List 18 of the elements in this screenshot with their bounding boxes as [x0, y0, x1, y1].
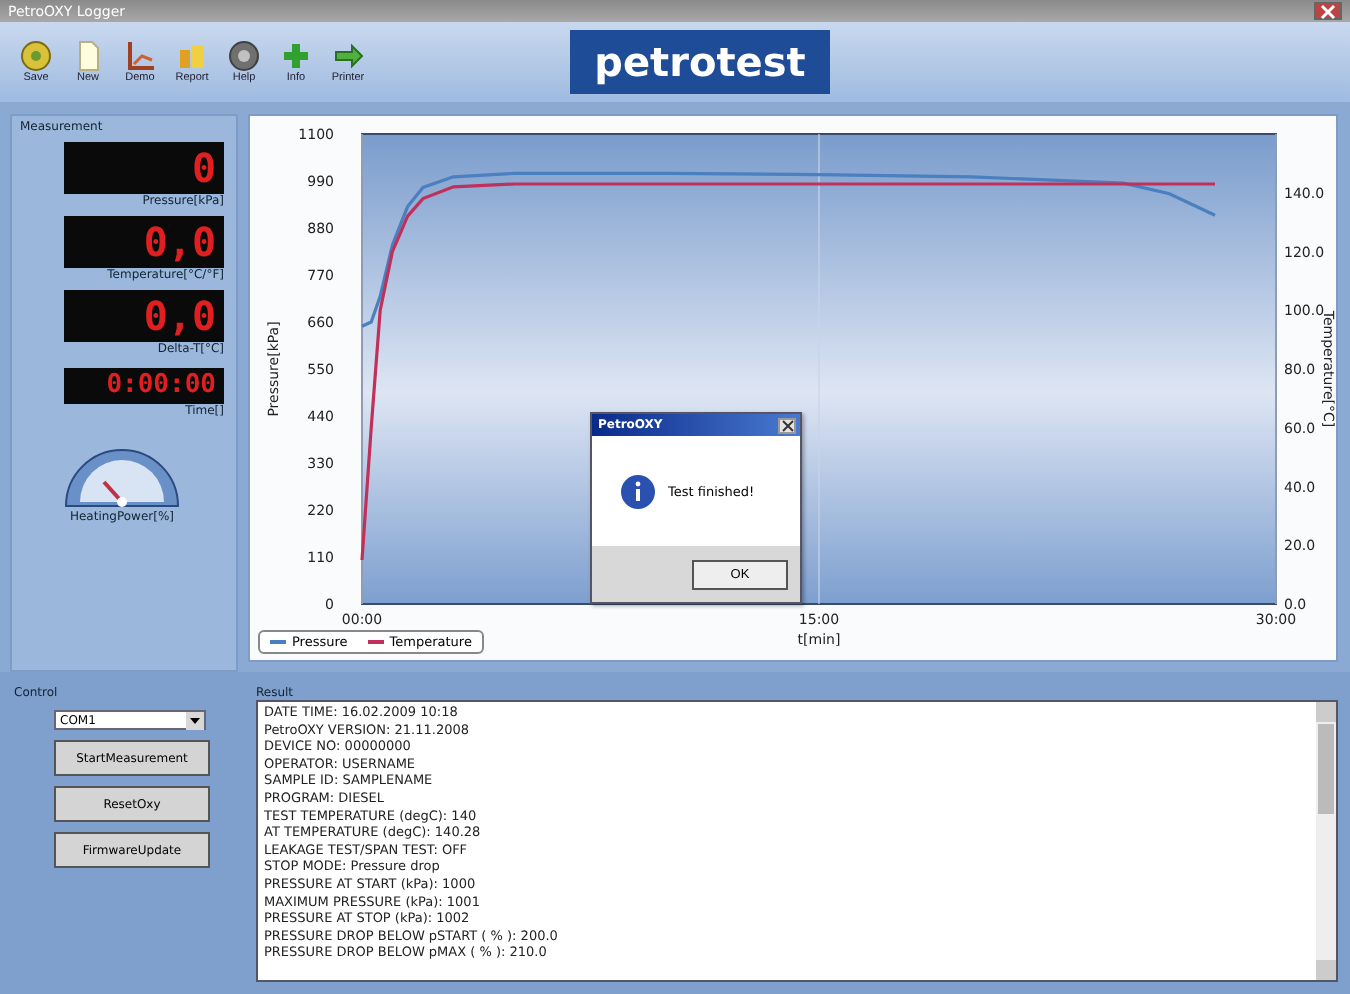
close-icon [1320, 3, 1336, 19]
close-button[interactable] [778, 417, 796, 433]
info-icon [620, 473, 656, 509]
arrow-icon [332, 40, 364, 72]
plus-icon [280, 40, 312, 72]
chart-icon [124, 40, 156, 72]
disc-icon [20, 40, 52, 72]
digital-display: 0:00:00 [64, 368, 224, 404]
dropdown-arrow-icon [186, 711, 204, 729]
digital-display: 0 [64, 142, 224, 194]
logo: petrotest [570, 30, 830, 94]
digital-display: 0,0 [64, 290, 224, 342]
scrollbar[interactable] [1316, 702, 1336, 980]
help-icon [228, 40, 260, 72]
close-icon [781, 419, 793, 431]
digital-display: 0,0 [64, 216, 224, 268]
report-icon [176, 40, 208, 72]
close-button[interactable] [1314, 2, 1342, 20]
